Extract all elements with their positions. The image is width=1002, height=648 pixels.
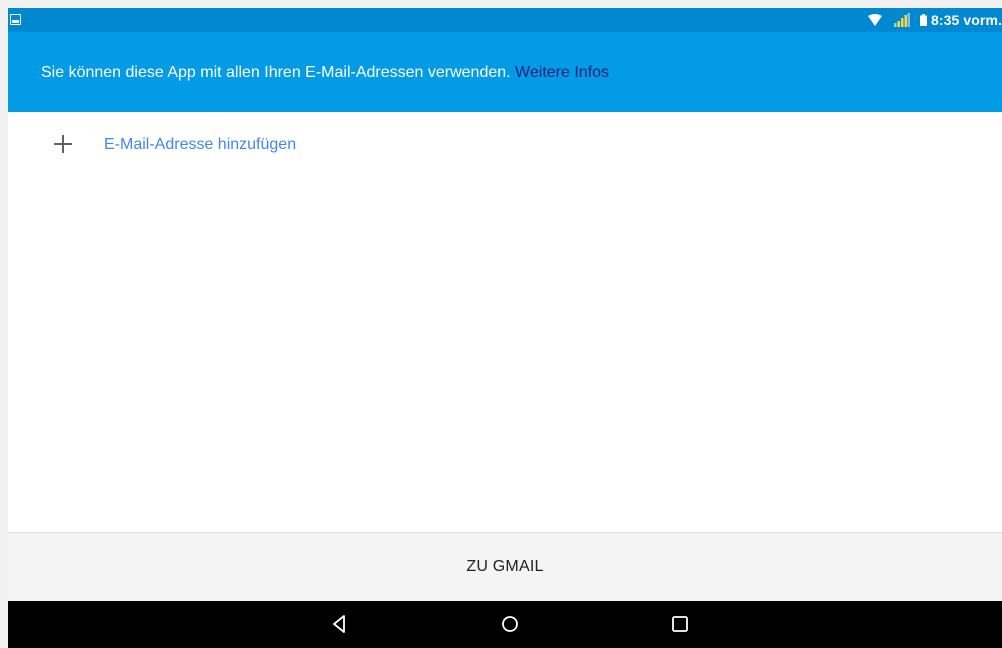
info-banner: Sie können diese App mit allen Ihren E-M… [8, 32, 1002, 112]
add-email-address-label: E-Mail-Adresse hinzufügen [104, 136, 297, 153]
signal-icon [893, 13, 910, 27]
bottom-action-bar: ZU GMAIL [8, 532, 1002, 601]
home-icon[interactable] [499, 613, 521, 635]
back-icon[interactable] [329, 613, 351, 635]
more-info-link[interactable]: Weitere Infos [515, 64, 609, 81]
status-time: 8:35 vorm. [930, 12, 1002, 28]
recents-icon[interactable] [669, 613, 691, 635]
go-to-gmail-button[interactable]: ZU GMAIL [456, 552, 553, 582]
status-bar: 8:35 vorm. [8, 8, 1002, 32]
wifi-icon [867, 14, 882, 26]
battery-icon [919, 14, 927, 26]
plus-icon [54, 135, 72, 153]
banner-message: Sie können diese App mit allen Ihren E-M… [41, 64, 516, 81]
navigation-bar [8, 601, 1002, 648]
status-icons: 8:35 vorm. [867, 8, 1002, 32]
screen: 8:35 vorm. Sie können diese App mit alle… [8, 8, 1002, 648]
banner-text-container: Sie können diese App mit allen Ihren E-M… [41, 64, 609, 82]
gallery-icon [10, 14, 21, 25]
add-email-address-row[interactable]: E-Mail-Adresse hinzufügen [8, 112, 1002, 176]
